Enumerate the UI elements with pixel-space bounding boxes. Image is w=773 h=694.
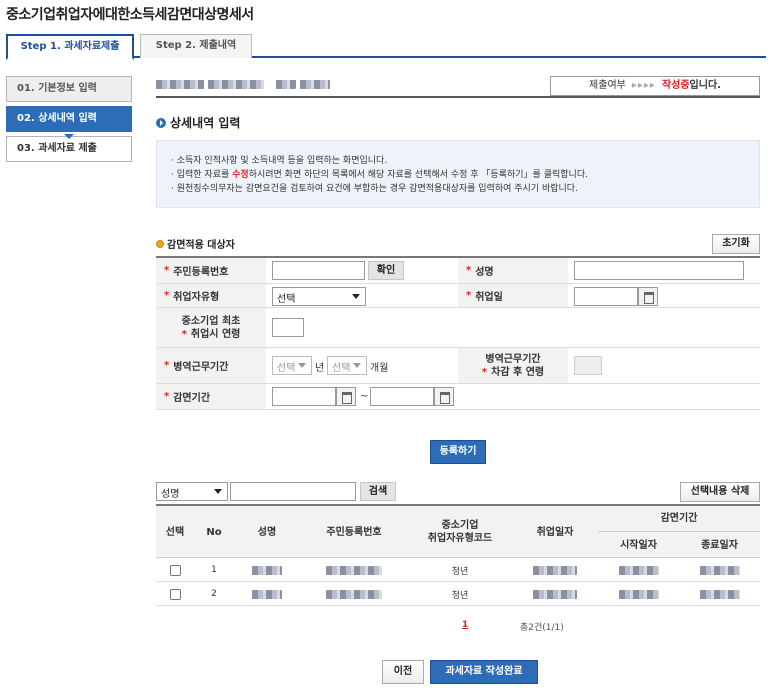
header-name: 성명 xyxy=(257,526,277,538)
rrn-input[interactable] xyxy=(272,261,365,280)
header-hire-date: 취업일자 xyxy=(536,526,574,538)
step-arrow-icon xyxy=(64,134,74,139)
table-row[interactable]: 1 청년 xyxy=(156,558,760,582)
tab-tax-data-submit[interactable]: Step 1. 과세자료제출 xyxy=(6,34,134,60)
adjusted-age-input[interactable] xyxy=(574,356,602,375)
redacted-text xyxy=(618,565,659,575)
hire-date-label: * 취업일 xyxy=(458,284,568,307)
confirm-button[interactable]: 확인 xyxy=(368,261,404,280)
step-tabs: Step 2. 제출내역 Step 1. 과세자료제출 xyxy=(6,34,766,60)
delete-selected-button[interactable]: 선택내용 삭제 xyxy=(680,482,760,502)
search-button[interactable]: 검색 xyxy=(360,482,396,501)
page-title: 중소기업취업자에대한소득세감면대상명세서 xyxy=(6,7,254,23)
military-year-select[interactable]: 선택 xyxy=(272,356,312,375)
header-period: 감면기간 xyxy=(598,506,760,532)
section-title-text: 상세내역 입력 xyxy=(170,116,241,130)
bullet-arrow-icon xyxy=(156,118,166,128)
hire-date-input[interactable] xyxy=(574,287,638,306)
redacted-text xyxy=(252,589,282,599)
row-type: 청년 xyxy=(451,590,469,601)
period-end-input[interactable] xyxy=(370,387,434,406)
calendar-icon[interactable] xyxy=(434,387,454,406)
guide-text: 하시려면 화면 하단의 목록에서 해당 자료를 선택해서 수정 후 「등록하기」… xyxy=(248,170,588,180)
employee-type-select[interactable]: 선택 xyxy=(272,287,366,306)
header-employee-type: 중소기업 취업자유형코드 xyxy=(427,520,493,544)
calendar-icon[interactable] xyxy=(638,287,658,306)
bullet-dot-icon xyxy=(156,240,164,248)
header-end: 종료일자 xyxy=(701,539,738,551)
month-unit: 개월 xyxy=(370,363,389,374)
page-number[interactable]: 1 xyxy=(462,620,468,630)
header-start: 시작일자 xyxy=(620,539,657,551)
search-input[interactable] xyxy=(230,482,356,501)
guide-line: · 소득자 인적사항 및 소득내역 등을 입력하는 화면입니다. xyxy=(171,156,388,166)
table-row[interactable]: 2 청년 xyxy=(156,582,760,606)
period-separator: ~ xyxy=(360,391,369,402)
complete-button[interactable]: 과세자료 작성완료 xyxy=(430,660,538,684)
reduction-period-label: * 감면기간 xyxy=(156,384,266,409)
guide-emphasis: 수정 xyxy=(232,170,249,180)
form-title-text: 감면적용 대상자 xyxy=(167,240,235,251)
reduction-target-form: * 주민등록번호 확인 * 성명 * 취업자유형 선택 * 취업일 중소기업 최초 * 취업… xyxy=(156,256,760,410)
form-title: 감면적용 대상자 xyxy=(156,236,235,251)
row-type: 청년 xyxy=(451,566,469,577)
redacted-text xyxy=(326,565,382,575)
header-select: 선택 xyxy=(165,526,185,538)
redacted-text xyxy=(156,80,204,89)
name-label: * 성명 xyxy=(458,258,568,283)
prev-button[interactable]: 이전 xyxy=(382,660,424,684)
redacted-text xyxy=(533,589,577,599)
tab-submission-history[interactable]: Step 2. 제출내역 xyxy=(140,34,252,58)
period-start-input[interactable] xyxy=(272,387,336,406)
redacted-text xyxy=(252,565,282,575)
employee-type-label: * 취업자유형 xyxy=(156,284,266,307)
register-button[interactable]: 등록하기 xyxy=(430,440,486,464)
step-nav: 01. 기본정보 입력 02. 상세내역 입력 03. 과세자료 제출 xyxy=(6,76,132,166)
step-submit[interactable]: 03. 과세자료 제출 xyxy=(6,136,132,162)
redacted-text xyxy=(276,80,296,89)
year-unit: 년 xyxy=(315,363,325,374)
status-label: 제출여부 xyxy=(589,80,626,91)
redacted-text xyxy=(699,589,740,599)
guide-box: · 소득자 인적사항 및 소득내역 등을 입력하는 화면입니다. · 입력한 자… xyxy=(156,140,760,208)
arrows-icon: ▸▸▸▸ xyxy=(631,80,656,91)
adjusted-age-label: 병역근무기간 * 차감 후 연령 xyxy=(458,348,568,383)
status-value: 작성중 xyxy=(661,80,690,91)
military-month-select[interactable]: 선택 xyxy=(327,356,367,375)
reset-button[interactable]: 초기화 xyxy=(712,234,760,254)
calendar-icon[interactable] xyxy=(336,387,356,406)
submission-status: 제출여부 ▸▸▸▸ 작성중입니다. xyxy=(550,76,760,96)
search-row: 성명 검색 선택내용 삭제 xyxy=(156,482,760,502)
header-rrn: 주민등록번호 xyxy=(326,526,382,538)
table-header: 선택 No 성명 주민등록번호 중소기업 취업자유형코드 취업일자 감면기간 시작… xyxy=(156,506,760,558)
step-basic-info[interactable]: 01. 기본정보 입력 xyxy=(6,76,132,102)
first-hire-age-label: 중소기업 최초 * 취업시 연령 xyxy=(156,308,266,347)
redacted-text xyxy=(699,565,740,575)
section-title: 상세내역 입력 xyxy=(156,114,240,131)
redacted-text xyxy=(300,80,330,89)
redacted-text xyxy=(208,80,264,89)
rrn-label: * 주민등록번호 xyxy=(156,258,266,283)
guide-line: · 입력한 자료를 수정하시려면 화면 하단의 목록에서 해당 자료를 선택해서… xyxy=(171,168,745,182)
military-period-label: * 병역근무기간 xyxy=(156,348,266,383)
total-count: 총2건(1/1) xyxy=(520,623,564,633)
first-hire-age-input[interactable] xyxy=(272,318,304,337)
row-checkbox[interactable] xyxy=(169,588,181,600)
redacted-text xyxy=(326,589,382,599)
step-detail-input[interactable]: 02. 상세내역 입력 xyxy=(6,106,132,132)
info-bar: 제출여부 ▸▸▸▸ 작성중입니다. xyxy=(156,76,760,98)
row-no: 2 xyxy=(211,589,217,599)
redacted-text xyxy=(618,589,659,599)
target-list-table: 선택 No 성명 주민등록번호 중소기업 취업자유형코드 취업일자 감면기간 시작… xyxy=(156,504,760,606)
guide-text: · 입력한 자료를 xyxy=(171,170,233,180)
search-field-select[interactable]: 성명 xyxy=(156,482,228,501)
row-checkbox[interactable] xyxy=(169,564,181,576)
status-suffix: 입니다. xyxy=(689,80,721,91)
redacted-text xyxy=(533,565,577,575)
guide-line: · 원천징수의무자는 감면요건을 검토하여 요건에 부합하는 경우 감면적용대상… xyxy=(171,184,578,194)
row-no: 1 xyxy=(211,565,217,575)
name-input[interactable] xyxy=(574,261,744,280)
header-no: No xyxy=(206,526,222,538)
